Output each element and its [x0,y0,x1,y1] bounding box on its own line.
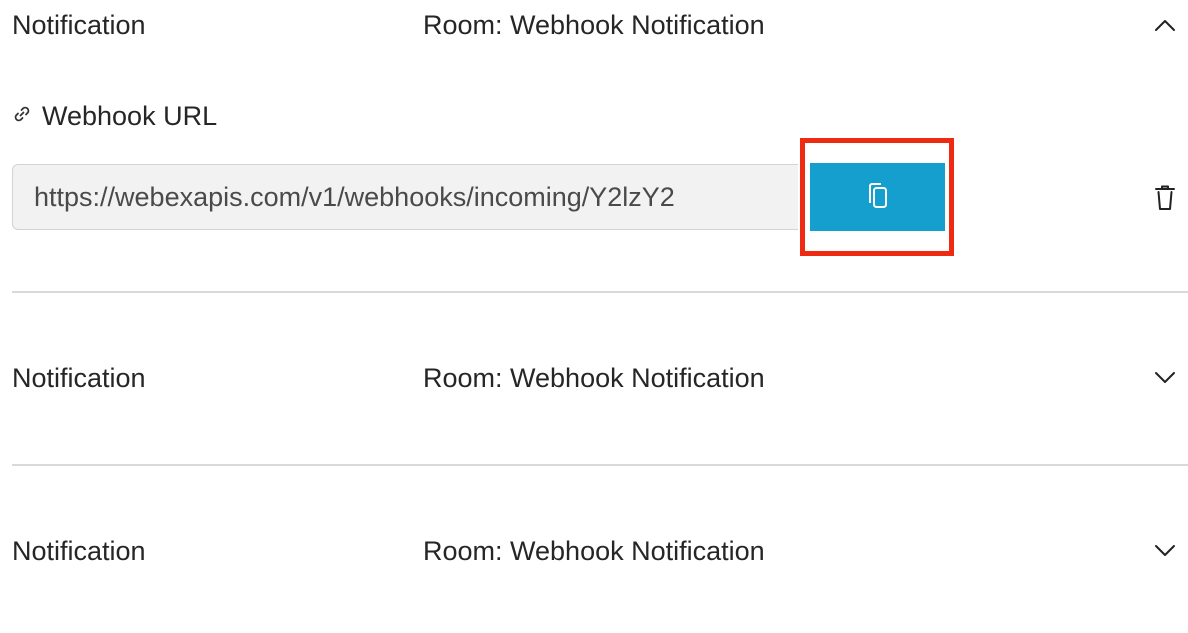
trash-icon[interactable] [1150,178,1180,218]
divider [12,291,1188,293]
webhook-url-field[interactable] [12,164,798,230]
copy-url-button[interactable] [810,163,945,231]
divider [12,464,1188,466]
notification-header-1[interactable]: Notification Room: Webhook Notification [0,0,1188,50]
chevron-up-icon[interactable] [1150,0,1180,50]
webhook-url-label: Webhook URL [12,96,217,136]
notification-room: Room: Webhook Notification [423,363,765,393]
notification-title: Notification [12,10,146,40]
link-icon [12,104,32,129]
notification-header-2[interactable]: Notification Room: Webhook Notification [0,353,1188,403]
chevron-down-icon[interactable] [1150,526,1180,576]
notification-room: Room: Webhook Notification [423,536,765,566]
notification-title: Notification [12,363,146,393]
notification-header-3[interactable]: Notification Room: Webhook Notification [0,526,1188,576]
chevron-down-icon[interactable] [1150,353,1180,403]
notification-room: Room: Webhook Notification [423,10,765,40]
notification-title: Notification [12,536,146,566]
webhook-url-label-text: Webhook URL [42,100,218,131]
copy-icon [866,181,890,214]
